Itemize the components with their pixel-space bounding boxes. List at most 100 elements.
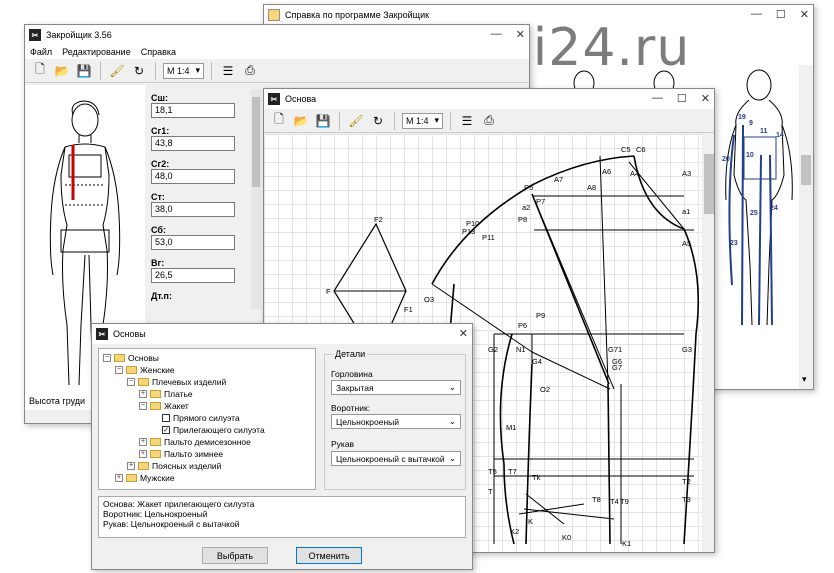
tree-item[interactable]: − Жакет — [103, 400, 311, 412]
help-figure-label: 24 — [770, 205, 778, 212]
close-button[interactable]: ✕ — [459, 327, 468, 340]
pattern-point-label: a2 — [522, 203, 530, 212]
scroll-thumb[interactable] — [801, 155, 811, 185]
neckline-select[interactable]: Закрытая ⌄ — [331, 380, 461, 395]
close-button[interactable]: ✕ — [800, 8, 809, 21]
expand-icon[interactable]: + — [139, 450, 147, 458]
expand-icon[interactable]: + — [115, 474, 123, 482]
field-label: Дт.п: — [151, 291, 172, 301]
field-input-ssh[interactable]: 18,1 — [151, 103, 235, 118]
neckline-label: Горловина — [331, 369, 373, 379]
sleeve-value: Цельнокроеный с вытачкой — [336, 453, 445, 464]
tree-item[interactable]: − Женские — [103, 364, 311, 376]
collapse-icon[interactable]: − — [115, 366, 123, 374]
scale-select[interactable]: М 1:4 ▾ — [402, 112, 444, 129]
checkbox[interactable] — [162, 414, 170, 422]
menu-help[interactable]: Справка — [141, 47, 176, 57]
measurements-scrollbar[interactable] — [251, 89, 261, 309]
minimize-button[interactable]: — — [491, 28, 502, 41]
minimize-button[interactable]: — — [751, 8, 762, 21]
tree-item[interactable]: + Поясных изделий — [103, 460, 311, 472]
expand-icon[interactable]: + — [139, 438, 147, 446]
tree-item[interactable]: + Мужские — [103, 472, 311, 484]
menu-edit[interactable]: Редактирование — [62, 47, 131, 57]
chevron-down-icon: ⌄ — [448, 453, 456, 463]
minimize-button[interactable]: — — [652, 92, 663, 105]
tree-item[interactable]: Прямого силуэта — [103, 412, 311, 424]
collar-select[interactable]: Цельнокроеный ⌄ — [331, 414, 461, 429]
open-folder-icon[interactable]: 📂 — [292, 112, 310, 130]
pattern-point-label: C5 — [621, 145, 631, 154]
save-icon[interactable]: 💾 — [75, 62, 93, 80]
close-button[interactable]: ✕ — [516, 28, 525, 41]
osnova-toolbar: 🗋 📂 💾 🖌 ↻ М 1:4 ▾ ☰ ⎙ — [264, 109, 714, 133]
pattern-point-label: M1 — [506, 423, 516, 432]
collapse-icon[interactable]: − — [127, 378, 135, 386]
save-icon[interactable]: 💾 — [314, 112, 332, 130]
folder-icon — [138, 378, 149, 386]
maximize-button[interactable]: ☐ — [677, 92, 687, 105]
field-input-sg1[interactable]: 43,8 — [151, 136, 235, 151]
field-input-sb[interactable]: 53,0 — [151, 235, 235, 250]
expand-icon[interactable]: + — [139, 390, 147, 398]
print-icon[interactable]: ⎙ — [480, 112, 498, 130]
brush-icon[interactable]: 🖌 — [347, 112, 365, 130]
folder-icon — [114, 354, 125, 362]
help-scrollbar[interactable]: ▾ — [799, 65, 813, 389]
tree-item-label: Поясных изделий — [152, 461, 222, 471]
pattern-point-label: T3 — [682, 495, 691, 504]
field-input-st[interactable]: 38,0 — [151, 202, 235, 217]
tree-item[interactable]: − Основы — [103, 352, 311, 364]
pattern-point-label: O3 — [424, 295, 434, 304]
refresh-icon[interactable]: ↻ — [130, 62, 148, 80]
tree-item[interactable]: + Пальто демисезонное — [103, 436, 311, 448]
help-figure-label: 14 — [776, 132, 784, 139]
canvas-vscroll[interactable] — [702, 134, 714, 552]
expand-icon[interactable]: + — [127, 462, 135, 470]
collar-value: Цельнокроеный — [336, 416, 399, 427]
collapse-icon[interactable]: − — [139, 402, 147, 410]
new-file-icon[interactable]: 🗋 — [31, 62, 49, 80]
refresh-icon[interactable]: ↻ — [369, 112, 387, 130]
menu-file[interactable]: Файл — [30, 47, 52, 57]
menu-bar: Файл Редактирование Справка — [25, 45, 529, 59]
maximize-button[interactable]: ☐ — [776, 8, 786, 21]
help-figure-label: 19 — [738, 114, 746, 121]
pattern-point-label: P13 — [462, 227, 475, 236]
field-input-sg2[interactable]: 48,0 — [151, 169, 235, 184]
print-icon[interactable]: ⎙ — [241, 62, 259, 80]
pattern-point-label: G4 — [532, 357, 542, 366]
pattern-point-label: C6 — [636, 145, 646, 154]
scale-select[interactable]: М 1:4 ▾ — [163, 62, 205, 79]
tree-item[interactable]: ✓ Прилегающего силуэта — [103, 424, 311, 436]
tree-item[interactable]: − Плечевых изделий — [103, 376, 311, 388]
ruler-icon[interactable]: ☰ — [458, 112, 476, 130]
pattern-point-label: a1 — [682, 207, 690, 216]
close-button[interactable]: ✕ — [701, 92, 710, 105]
cancel-button[interactable]: Отменить — [296, 547, 362, 564]
ruler-icon[interactable]: ☰ — [219, 62, 237, 80]
scale-value: М 1:4 — [406, 115, 429, 126]
pattern-point-label: N1 — [516, 345, 526, 354]
tree-item[interactable]: + Платье — [103, 388, 311, 400]
field-input-vg[interactable]: 26,5 — [151, 268, 235, 283]
scroll-thumb[interactable] — [704, 154, 714, 214]
collapse-icon[interactable]: − — [103, 354, 111, 362]
sleeve-select[interactable]: Цельнокроеный с вытачкой ⌄ — [331, 451, 461, 466]
scroll-thumb[interactable] — [252, 97, 260, 187]
folder-icon — [150, 450, 161, 458]
toolbar-separator — [450, 111, 452, 130]
dialog-titlebar: ✂ Основы ✕ — [92, 324, 472, 344]
checkbox[interactable]: ✓ — [162, 426, 170, 434]
pattern-point-label: F — [326, 287, 331, 296]
brush-icon[interactable]: 🖌 — [108, 62, 126, 80]
help-figure-label: 10 — [746, 152, 754, 159]
folder-icon — [150, 390, 161, 398]
open-folder-icon[interactable]: 📂 — [53, 62, 71, 80]
new-file-icon[interactable]: 🗋 — [270, 112, 288, 130]
pattern-point-label: T7 — [508, 467, 517, 476]
select-button[interactable]: Выбрать — [202, 547, 268, 564]
pattern-point-label: T — [488, 487, 493, 496]
scroll-down-arrow[interactable]: ▾ — [802, 374, 807, 385]
tree-item[interactable]: + Пальто зимнее — [103, 448, 311, 460]
